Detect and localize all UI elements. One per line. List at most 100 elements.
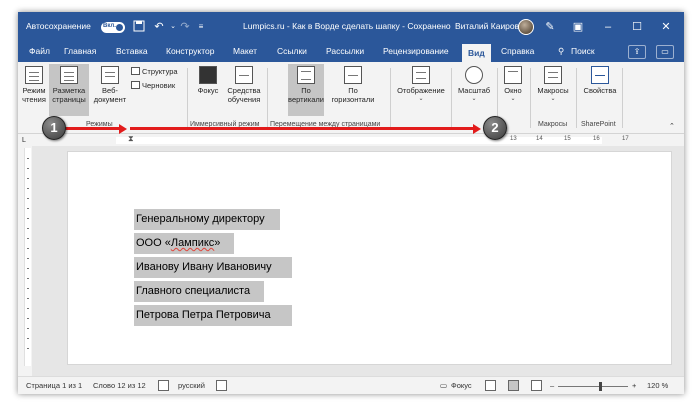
horizontal-ruler[interactable]: L 13 14 15 16 17 ⧗ [18, 134, 684, 146]
selected-line[interactable]: Петрова Петра Петровича [134, 305, 292, 326]
save-icon[interactable] [132, 20, 146, 34]
reading-mode-label: Режим чтения [22, 86, 46, 104]
redo-icon[interactable]: ↷ [178, 20, 192, 34]
selected-line[interactable]: Главного специалиста [134, 281, 264, 302]
tab-home[interactable]: Главная [64, 46, 96, 56]
arrow-1-head [119, 124, 127, 134]
tab-design[interactable]: Конструктор [166, 46, 214, 56]
sharepoint-properties-icon [591, 66, 609, 84]
tab-view[interactable]: Вид [462, 44, 491, 62]
show-button[interactable]: Отображение ⌄ [396, 66, 446, 104]
side-to-side-button[interactable]: По горизонтали [327, 66, 379, 104]
tab-help[interactable]: Справка [501, 46, 534, 56]
arrow-2-head [473, 124, 481, 134]
search-icon[interactable]: ⚲ [558, 46, 564, 57]
outline-icon [131, 67, 140, 75]
focus-mode-label[interactable]: Фокус [451, 381, 472, 390]
group-macros-label: Макросы [538, 121, 568, 128]
ruler-strip [116, 137, 602, 144]
ribbon-view: Режим чтения Разметка страницы Веб-докум… [18, 62, 684, 134]
collapse-ribbon-icon[interactable]: ⌃ [669, 122, 675, 131]
zoom-slider-thumb[interactable] [599, 382, 602, 391]
vertical-pages-icon [297, 66, 315, 84]
outline-label: Структура [142, 67, 178, 76]
book-icon [25, 66, 43, 84]
learning-tools-icon [235, 66, 253, 84]
arrow-1-line [63, 127, 121, 130]
pen-icon[interactable]: ✎ [542, 19, 558, 35]
autosave-toggle[interactable]: Вкл. [101, 22, 125, 33]
tab-references[interactable]: Ссылки [277, 46, 307, 56]
macros-button[interactable]: Макросы ⌄ [533, 66, 573, 104]
reading-mode-button[interactable]: Режим чтения [22, 66, 46, 104]
properties-button[interactable]: Свойства [580, 66, 620, 95]
close-button[interactable]: ✕ [658, 19, 674, 35]
web-layout-button[interactable]: Веб-документ [92, 66, 128, 104]
indent-marker-icon[interactable]: ⧗ [128, 134, 134, 144]
selected-line[interactable]: Иванову Ивану Ивановичу [134, 257, 292, 278]
focus-mode-icon[interactable]: ▭ [440, 381, 447, 390]
window-icon [504, 66, 522, 84]
tab-file[interactable]: Файл [29, 46, 50, 56]
line-suffix: » [214, 237, 221, 249]
print-layout-icon[interactable] [508, 380, 519, 391]
learning-tools-button[interactable]: Средства обучения [224, 66, 264, 104]
accessibility-icon[interactable] [216, 380, 227, 391]
macros-icon [544, 66, 562, 84]
toggle-knob [116, 24, 123, 31]
ribbon-display-icon[interactable]: ▣ [570, 19, 586, 35]
draft-button[interactable]: Черновик [131, 81, 175, 90]
ruler-tick: 17 [622, 136, 629, 142]
tab-insert[interactable]: Вставка [116, 46, 148, 56]
user-name[interactable]: Виталий Каиров [455, 21, 519, 31]
vertical-label: По вертикали [288, 86, 324, 104]
maximize-button[interactable]: ☐ [629, 19, 645, 35]
zoom-in-icon[interactable]: + [632, 381, 636, 390]
window-button[interactable]: Окно ⌄ [500, 66, 526, 104]
draft-label: Черновик [142, 81, 176, 90]
outline-button[interactable]: Структура [131, 67, 178, 76]
selected-line[interactable]: Генеральному директору [134, 209, 280, 230]
selected-line[interactable]: ООО «Лампикс» [134, 233, 234, 254]
misspelled-word[interactable]: Лампикс [171, 237, 214, 249]
autosave-label: Автосохранение [26, 21, 91, 31]
minimize-button[interactable]: – [600, 19, 616, 35]
tab-selector-icon[interactable]: L [22, 136, 26, 145]
ruler-tick: 13 [510, 136, 517, 142]
focus-label: Фокус [197, 86, 219, 95]
tab-review[interactable]: Рецензирование [383, 46, 449, 56]
print-layout-button[interactable]: Разметка страницы [49, 64, 89, 116]
zoom-out-icon[interactable]: – [550, 381, 554, 390]
page-count[interactable]: Страница 1 из 1 [26, 381, 82, 390]
vertical-ruler [24, 148, 31, 366]
tab-mailings[interactable]: Рассылки [326, 46, 364, 56]
word-count[interactable]: Слово 12 из 12 [93, 381, 146, 390]
web-layout-icon[interactable] [531, 380, 542, 391]
print-layout-label: Разметка страницы [52, 86, 86, 104]
zoom-level[interactable]: 120 % [647, 381, 668, 390]
draft-icon [131, 81, 140, 89]
ruler-tick: 16 [593, 136, 600, 142]
undo-icon[interactable]: ↶ [152, 20, 166, 34]
document-page[interactable]: Генеральному директору ООО «Лампикс» Ива… [67, 151, 672, 365]
zoom-label: Масштаб [457, 86, 491, 95]
search-label[interactable]: Поиск [571, 46, 595, 56]
read-mode-icon[interactable] [485, 380, 496, 391]
share-icon[interactable]: ⇪ [628, 45, 646, 59]
user-avatar[interactable] [518, 19, 534, 35]
language-label[interactable]: русский [178, 381, 205, 390]
side-to-side-icon [344, 66, 362, 84]
web-layout-label: Веб-документ [93, 86, 127, 104]
document-title[interactable]: Lumpics.ru - Как в Ворде сделать шапку -… [243, 21, 451, 31]
zoom-button[interactable]: Масштаб ⌄ [454, 66, 494, 104]
vertical-button[interactable]: По вертикали [288, 64, 324, 116]
zoom-slider[interactable] [558, 386, 628, 387]
comments-icon[interactable]: ▭ [656, 45, 674, 59]
focus-button[interactable]: Фокус [195, 66, 221, 95]
window-label: Окно [504, 86, 522, 95]
show-icon [412, 66, 430, 84]
customize-toolbar-icon[interactable]: ≡ [194, 20, 208, 34]
proofing-icon[interactable] [158, 380, 169, 391]
tab-layout[interactable]: Макет [233, 46, 257, 56]
line-prefix: ООО « [136, 237, 171, 249]
